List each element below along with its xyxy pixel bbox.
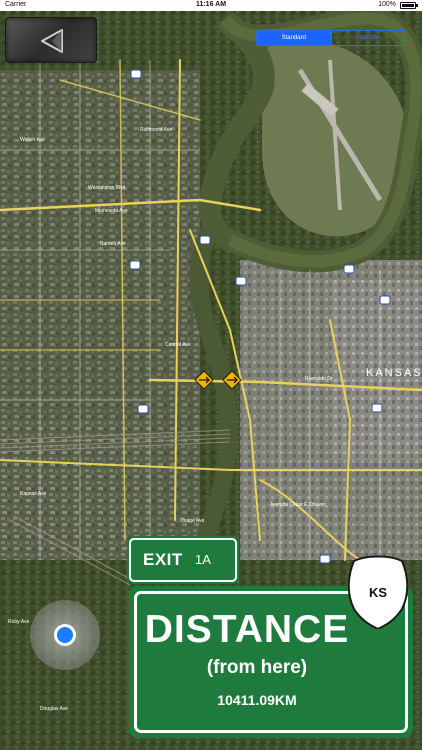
location-dot-icon [54, 624, 76, 646]
street-label: Barnett Ave [100, 241, 126, 247]
map-type-segmented-control[interactable]: Standard Satellite [256, 30, 406, 46]
state-route-shield: KS [346, 555, 410, 631]
back-button[interactable] [5, 17, 97, 63]
distance-title: DISTANCE [144, 608, 350, 651]
street-label: Kansas Ave [20, 491, 47, 497]
street-label: Minnesota Ave [95, 208, 128, 214]
street-label: Osage Ave [180, 518, 205, 524]
exit-sign: EXIT 1A [129, 538, 237, 582]
clock: 11:16 AM [195, 1, 227, 8]
shield-text: KS [368, 585, 388, 600]
street-label: Washington Blvd [88, 185, 126, 191]
street-label: Riverside Dr [305, 376, 333, 382]
battery-percent: 100% [378, 1, 396, 8]
locate-me-button[interactable] [30, 600, 100, 670]
street-label: Richmond Ave [140, 127, 172, 133]
status-bar: Carrier 11:16 AM 100% [0, 0, 422, 11]
distance-subtitle: (from here) [206, 657, 308, 678]
back-arrow-icon [41, 29, 63, 53]
city-label: KANSAS [366, 367, 422, 379]
distance-value: 10411.09KM [217, 692, 297, 708]
battery-icon [400, 2, 418, 9]
street-label: Ruby Ave [8, 619, 30, 625]
street-label: Walker Ave [20, 137, 45, 143]
street-label: Avenida Cesar E Chavez [270, 502, 326, 508]
exit-number: 1A [195, 552, 211, 567]
segment-standard[interactable]: Standard [257, 31, 331, 45]
segment-satellite[interactable]: Satellite [330, 31, 406, 45]
street-label: Central Ave [165, 342, 191, 348]
street-label: Douglas Ave [40, 706, 68, 712]
exit-label: EXIT [143, 550, 183, 569]
